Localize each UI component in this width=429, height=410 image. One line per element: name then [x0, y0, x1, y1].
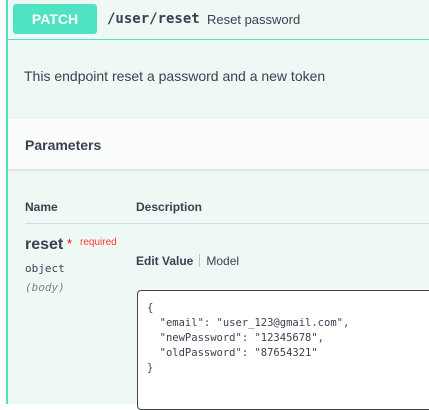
request-body-editor[interactable]: { "email": "user_123@gmail.com", "newPas…: [137, 290, 429, 410]
parameter-location: (body): [25, 281, 65, 294]
method-badge: PATCH: [13, 4, 97, 34]
operation-description: This endpoint reset a password and a new…: [24, 68, 326, 84]
parameters-title: Parameters: [25, 137, 102, 153]
column-header-name: Name: [25, 200, 58, 214]
tab-separator: [199, 254, 201, 267]
parameter-name: reset: [25, 236, 64, 253]
required-label: required: [80, 237, 117, 248]
operation-block-patch: PATCH /user/reset Reset password This en…: [6, 0, 429, 410]
parameters-section-header: Parameters: [8, 119, 429, 170]
body-view-tabs: Edit Value Model: [136, 254, 239, 268]
operation-path: /user/reset: [107, 11, 200, 27]
parameter-type: object: [25, 262, 65, 275]
parameters-divider: [25, 223, 429, 224]
tab-edit-value[interactable]: Edit Value: [136, 254, 193, 268]
operation-summary[interactable]: PATCH /user/reset Reset password: [8, 0, 429, 40]
column-header-description: Description: [136, 200, 203, 214]
required-asterisk: *: [67, 236, 73, 251]
operation-summary-text: Reset password: [207, 12, 301, 27]
tab-model[interactable]: Model: [206, 254, 239, 268]
